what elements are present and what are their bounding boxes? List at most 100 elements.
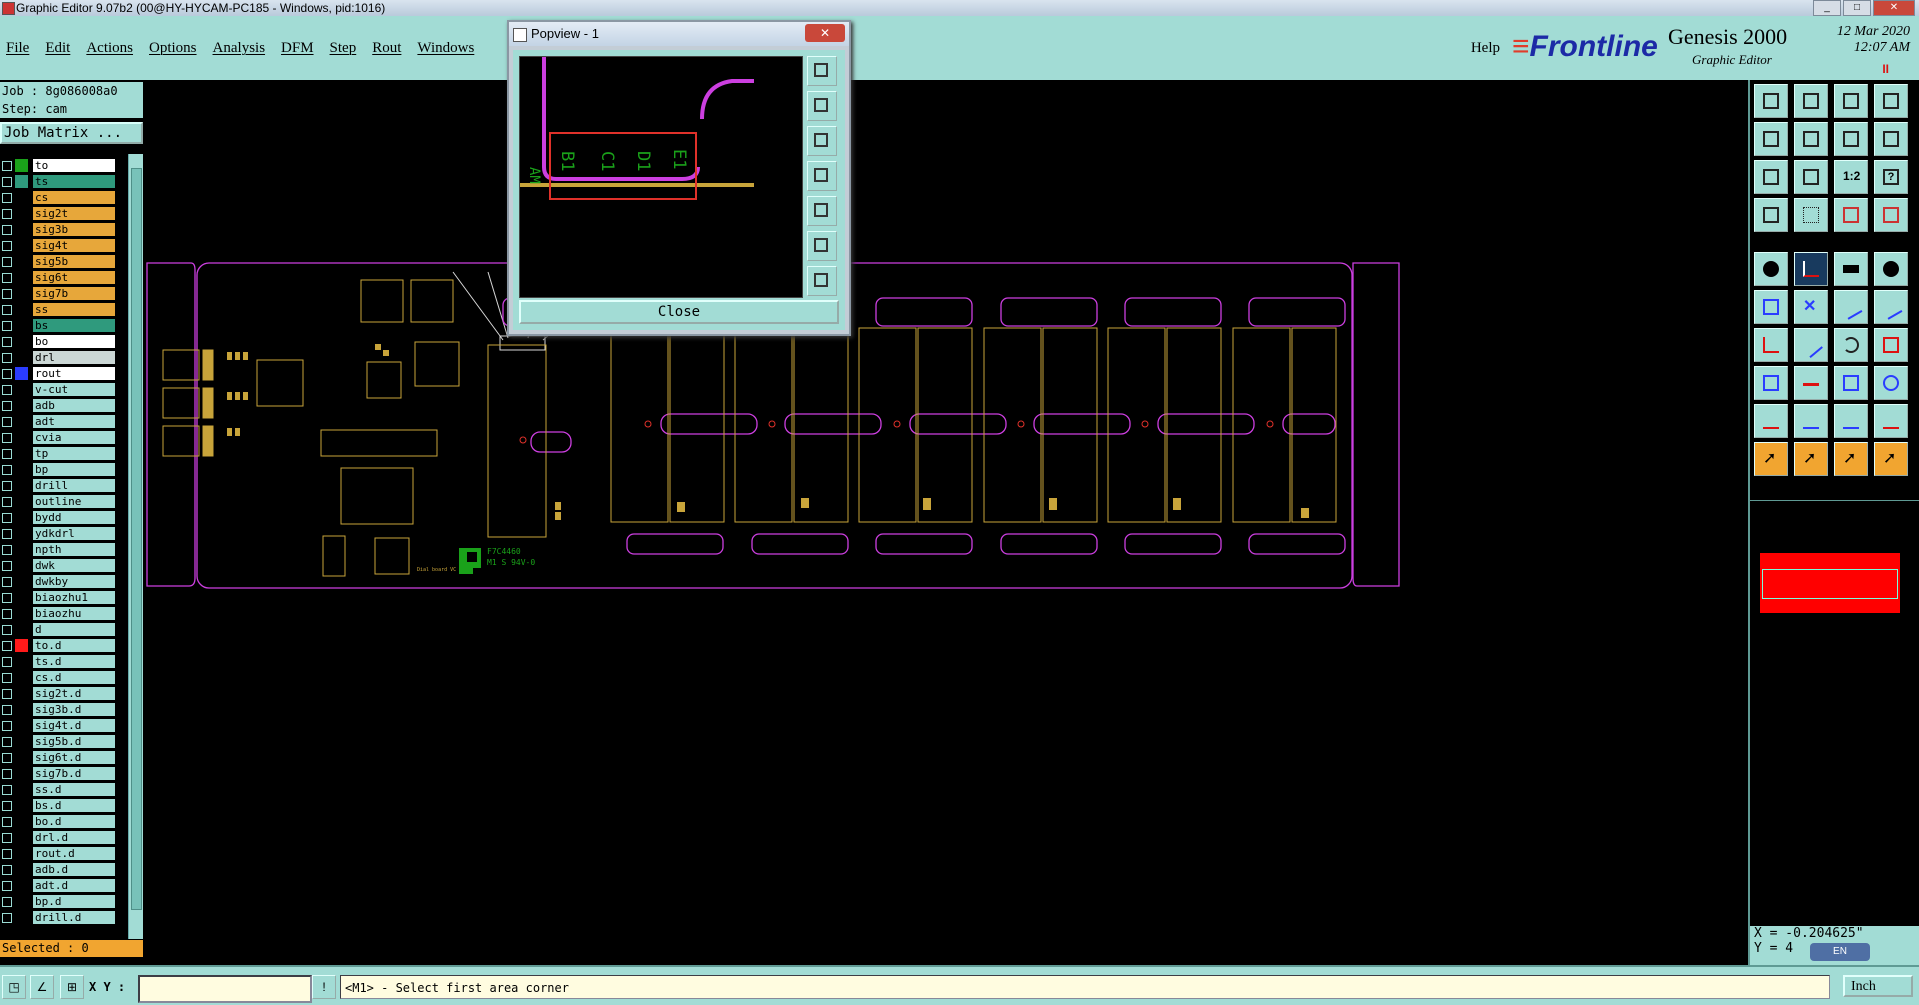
minus-icon[interactable] xyxy=(1794,366,1828,400)
layer-color-swatch[interactable] xyxy=(15,159,28,172)
layer-checkbox[interactable] xyxy=(2,465,12,475)
layer-name[interactable]: dwkby xyxy=(33,575,115,588)
overview-panel[interactable] xyxy=(1750,500,1919,766)
layer-name[interactable]: bo.d xyxy=(33,815,115,828)
layer-row[interactable]: cs.d xyxy=(0,670,120,686)
layer-checkbox[interactable] xyxy=(2,449,12,459)
layer-name[interactable]: cs xyxy=(33,191,115,204)
net-icon[interactable] xyxy=(1834,198,1868,232)
overview-viewport[interactable] xyxy=(1762,569,1898,599)
menu-help[interactable]: Help xyxy=(1471,40,1500,57)
layer-checkbox[interactable] xyxy=(2,897,12,907)
layer-row[interactable]: drill xyxy=(0,478,120,494)
layer-row[interactable]: sig7b xyxy=(0,286,120,302)
layer-checkbox[interactable] xyxy=(2,545,12,555)
pad-icon[interactable] xyxy=(1754,252,1788,286)
layer-checkbox[interactable] xyxy=(2,673,12,683)
units-selector[interactable]: Inch xyxy=(1843,975,1913,997)
layer-name[interactable]: npth xyxy=(33,543,115,556)
layer-row[interactable]: v-cut xyxy=(0,382,120,398)
layer-checkbox[interactable] xyxy=(2,481,12,491)
layer-checkbox[interactable] xyxy=(2,321,12,331)
menu-windows[interactable]: Windows xyxy=(417,40,474,57)
layer-checkbox[interactable] xyxy=(2,401,12,411)
popview-pan-right-button[interactable] xyxy=(807,196,837,226)
layer-row[interactable]: sig7b.d xyxy=(0,766,120,782)
layer-row[interactable]: drill.d xyxy=(0,910,120,926)
layer-row[interactable]: bydd xyxy=(0,510,120,526)
layer-row[interactable]: bs xyxy=(0,318,120,334)
window-icon[interactable] xyxy=(1874,84,1908,118)
cross-icon[interactable]: ✕ xyxy=(1794,290,1828,324)
snap-mode-icon[interactable]: ◳ xyxy=(2,975,26,999)
layer-row[interactable]: ts xyxy=(0,174,120,190)
home-icon[interactable] xyxy=(1834,84,1868,118)
language-indicator[interactable]: EN xyxy=(1810,943,1870,961)
layer-checkbox[interactable] xyxy=(2,705,12,715)
layer-name[interactable]: to xyxy=(33,159,115,172)
minimize-button[interactable]: _ xyxy=(1813,0,1841,16)
redraw-icon[interactable] xyxy=(1834,122,1868,156)
xy-input[interactable] xyxy=(138,975,312,1003)
layer-checkbox[interactable] xyxy=(2,225,12,235)
popview-close-x[interactable]: ✕ xyxy=(805,24,845,42)
layer-checkbox[interactable] xyxy=(2,433,12,443)
connect-icon[interactable] xyxy=(1754,290,1788,324)
menu-actions[interactable]: Actions xyxy=(86,40,133,57)
layer-name[interactable]: ts xyxy=(33,175,115,188)
layer-checkbox[interactable] xyxy=(2,273,12,283)
grid-mode-icon[interactable]: ⊞ xyxy=(60,975,84,999)
move-icon[interactable] xyxy=(1834,290,1868,324)
zoom-out-icon[interactable] xyxy=(1794,84,1828,118)
layer-name[interactable]: sig4t xyxy=(33,239,115,252)
layer-name[interactable]: adt.d xyxy=(33,879,115,892)
popview-home-button[interactable] xyxy=(807,266,837,296)
layer-checkbox[interactable] xyxy=(2,305,12,315)
triangle-icon[interactable] xyxy=(1754,404,1788,438)
menu-dfm[interactable]: DFM xyxy=(281,40,314,57)
popview-zoom-out-button[interactable] xyxy=(807,91,837,121)
layer-name[interactable]: drl xyxy=(33,351,115,364)
angle-icon[interactable] xyxy=(1754,328,1788,362)
slope-icon[interactable] xyxy=(1794,328,1828,362)
layer-name[interactable]: rout xyxy=(33,367,115,380)
layer-checkbox[interactable] xyxy=(2,913,12,923)
layer-checkbox[interactable] xyxy=(2,513,12,523)
layer-color-swatch[interactable] xyxy=(15,367,28,380)
layer-row[interactable]: ss xyxy=(0,302,120,318)
layer-row[interactable]: cvia xyxy=(0,430,120,446)
layer-row[interactable]: sig2t xyxy=(0,206,120,222)
select-arrow-icon[interactable]: ➚ xyxy=(1754,442,1788,476)
pan-right-icon[interactable] xyxy=(1794,122,1828,156)
layer-row[interactable]: rout xyxy=(0,366,120,382)
popview-close-button[interactable]: Close xyxy=(519,300,839,324)
layer-checkbox[interactable] xyxy=(2,785,12,795)
layer-row[interactable]: bs.d xyxy=(0,798,120,814)
layer-row[interactable]: drl xyxy=(0,350,120,366)
zoom-in-icon[interactable] xyxy=(1754,84,1788,118)
layer-name[interactable]: bp.d xyxy=(33,895,115,908)
layer-name[interactable]: drill.d xyxy=(33,911,115,924)
layer-name[interactable]: sig3b xyxy=(33,223,115,236)
layer-name[interactable]: sig2t.d xyxy=(33,687,115,700)
layer-name[interactable]: ydkdrl xyxy=(33,527,115,540)
layer-checkbox[interactable] xyxy=(2,625,12,635)
layer-checkbox[interactable] xyxy=(2,577,12,587)
multi-icon[interactable] xyxy=(1874,366,1908,400)
menu-analysis[interactable]: Analysis xyxy=(213,40,266,57)
layer-name[interactable]: bydd xyxy=(33,511,115,524)
alert-icon[interactable]: ! xyxy=(312,975,336,999)
layer-name[interactable]: dwk xyxy=(33,559,115,572)
layer-name[interactable]: adb.d xyxy=(33,863,115,876)
layer-checkbox[interactable] xyxy=(2,689,12,699)
layer-name[interactable]: to.d xyxy=(33,639,115,652)
layer-row[interactable]: dwkby xyxy=(0,574,120,590)
layer-checkbox[interactable] xyxy=(2,769,12,779)
maximize-button[interactable]: □ xyxy=(1843,0,1871,16)
measure-icon[interactable] xyxy=(1754,198,1788,232)
arc-icon[interactable] xyxy=(1834,328,1868,362)
net-select-icon[interactable] xyxy=(1874,198,1908,232)
layer-name[interactable]: v-cut xyxy=(33,383,115,396)
layer-name[interactable]: biaozhu xyxy=(33,607,115,620)
layer-name[interactable]: biaozhu1 xyxy=(33,591,115,604)
